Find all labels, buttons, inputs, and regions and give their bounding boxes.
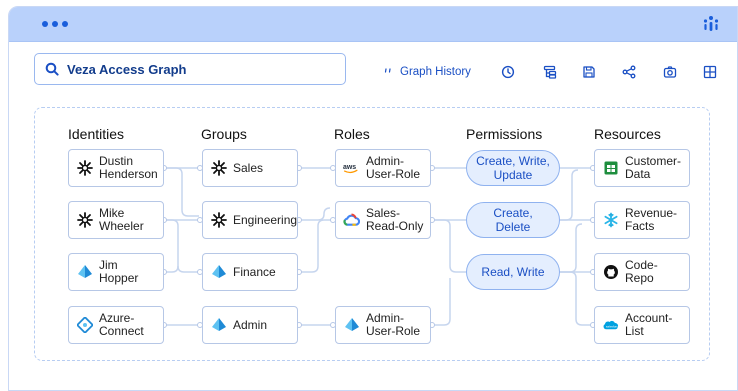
salesforce-icon: salesforce	[602, 317, 619, 334]
permissions-column-title: Permissions	[466, 126, 543, 142]
groups-column-title: Groups	[201, 126, 247, 142]
group-node[interactable]: Finance	[202, 253, 298, 291]
group-label: Sales	[233, 160, 264, 175]
screenshot-button[interactable]	[663, 61, 677, 83]
role-label: Admin- User-Role	[366, 154, 421, 181]
identity-label: Azure- Connect	[99, 311, 144, 338]
share-button[interactable]	[622, 61, 636, 83]
group-label: Admin	[233, 317, 268, 332]
svg-text:salesforce: salesforce	[606, 325, 619, 329]
okta-icon	[76, 212, 93, 229]
identity-label: Mike Wheeler	[99, 206, 144, 233]
role-label: Admin- User-Role	[366, 311, 421, 338]
search-bar[interactable]: Veza Access Graph	[34, 53, 346, 85]
grid-icon	[703, 65, 717, 79]
azure-ad-icon	[76, 264, 93, 281]
role-node[interactable]: Admin- User-Role	[335, 306, 431, 344]
github-icon	[602, 264, 619, 281]
veza-logo-icon	[703, 16, 719, 31]
clock-icon	[501, 65, 515, 79]
save-button[interactable]	[582, 61, 596, 83]
camera-icon	[663, 66, 677, 78]
graph-history-icon	[384, 68, 391, 73]
title-bar	[9, 7, 737, 42]
resource-label: Code- Repo	[625, 258, 658, 285]
role-node[interactable]: Sales- Read-Only	[335, 201, 431, 239]
hierarchy-icon	[543, 65, 557, 79]
azure-ad-icon	[210, 264, 227, 281]
azure-ad-icon	[343, 317, 360, 334]
okta-icon	[210, 160, 227, 177]
permission-node[interactable]: Create, Delete	[466, 202, 560, 238]
search-query: Veza Access Graph	[67, 61, 187, 77]
graph-history-button[interactable]: Graph History	[384, 61, 471, 83]
hierarchy-button[interactable]	[543, 61, 557, 83]
resource-label: Revenue- Facts	[625, 206, 678, 233]
group-node[interactable]: Sales	[202, 149, 298, 187]
snowflake-icon	[602, 212, 619, 229]
save-icon	[583, 66, 595, 78]
roles-column-title: Roles	[334, 126, 370, 142]
resource-node[interactable]: Revenue- Facts	[594, 201, 690, 239]
group-label: Engineering	[233, 212, 298, 227]
okta-icon	[210, 212, 227, 229]
google-cloud-icon	[343, 212, 360, 229]
svg-text:aws: aws	[343, 164, 356, 171]
resource-node[interactable]: salesforce Account- List	[594, 306, 690, 344]
resource-label: Account- List	[625, 311, 673, 338]
identity-label: Jim Hopper	[99, 258, 139, 285]
search-icon	[45, 62, 59, 76]
identity-node[interactable]: Dustin Henderson	[68, 149, 164, 187]
group-node[interactable]: Admin	[202, 306, 298, 344]
graph-history-label: Graph History	[400, 66, 471, 78]
azure-ad-icon	[210, 317, 227, 334]
group-node[interactable]: Engineering	[202, 201, 298, 239]
identity-node[interactable]: Mike Wheeler	[68, 201, 164, 239]
window-dot[interactable]	[62, 21, 68, 27]
window-dot[interactable]	[42, 21, 48, 27]
history-clock-button[interactable]	[501, 61, 515, 83]
identity-node[interactable]: Jim Hopper	[68, 253, 164, 291]
identities-column-title: Identities	[68, 126, 125, 142]
google-sheets-icon	[602, 160, 619, 177]
window-controls[interactable]	[42, 21, 68, 27]
grid-view-button[interactable]	[703, 61, 717, 83]
role-node[interactable]: aws Admin- User-Role	[335, 149, 431, 187]
aws-icon: aws	[343, 160, 360, 177]
resource-node[interactable]: Customer- Data	[594, 149, 690, 187]
permission-node[interactable]: Create, Write, Update	[466, 150, 560, 186]
identity-label: Dustin Henderson	[99, 154, 158, 181]
azure-connect-icon	[76, 317, 93, 334]
window-dot[interactable]	[52, 21, 58, 27]
identity-node[interactable]: Azure- Connect	[68, 306, 164, 344]
resource-node[interactable]: Code- Repo	[594, 253, 690, 291]
okta-icon	[76, 160, 93, 177]
share-icon	[622, 65, 636, 79]
group-label: Finance	[233, 264, 276, 279]
permission-node[interactable]: Read, Write	[466, 254, 560, 290]
role-label: Sales- Read-Only	[366, 206, 424, 233]
resources-column-title: Resources	[594, 126, 661, 142]
resource-label: Customer- Data	[625, 154, 682, 181]
